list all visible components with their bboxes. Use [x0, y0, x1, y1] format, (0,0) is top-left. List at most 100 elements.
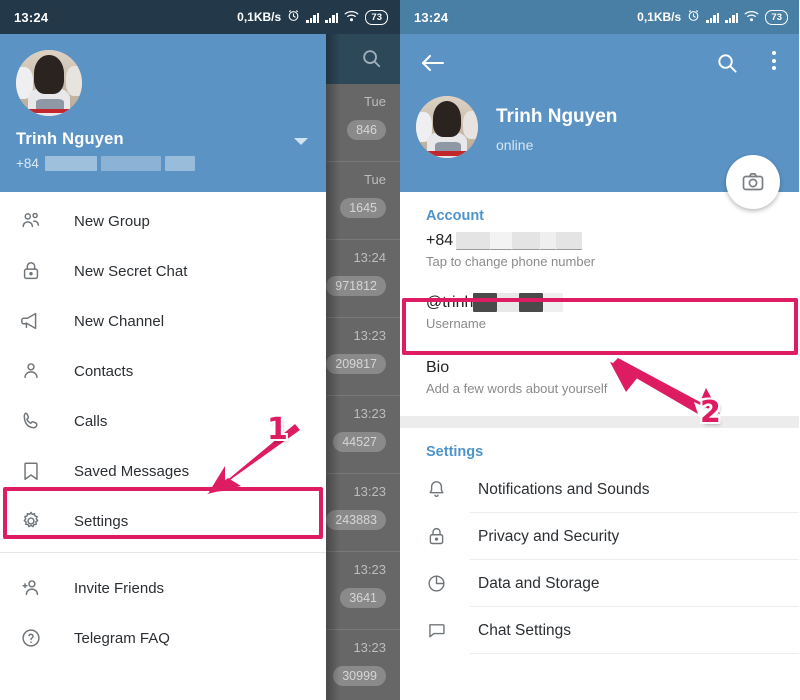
annotation-number-2: 2 [700, 395, 721, 430]
avatar[interactable] [416, 96, 478, 158]
back-arrow-icon[interactable] [420, 52, 446, 79]
bio-label: Bio [426, 359, 450, 376]
status-bar-time: 13:24 [14, 9, 49, 25]
profile-status: online [496, 137, 534, 153]
drawer-item-saved-messages[interactable]: Saved Messages [0, 446, 326, 496]
redacted-phone-part-2 [100, 156, 161, 171]
drawer-item-label: Contacts [74, 362, 134, 380]
redacted-phone-part-5 [556, 232, 583, 250]
drawer-item-new-channel[interactable]: New Channel [0, 296, 326, 346]
phone-number-row[interactable]: +84 Tap to change phone number [400, 230, 800, 275]
redacted-phone-part-3 [512, 232, 541, 250]
status-bar-left: 13:24 0,1KB/s 73 [0, 0, 400, 34]
username-value: @trinh [426, 293, 474, 311]
chat-row-time: 13:23 [353, 328, 386, 343]
drawer-account-name: Trinh Nguyen [16, 130, 124, 148]
chat-row-time: 13:23 [353, 484, 386, 499]
drawer-item-label: New Secret Chat [74, 262, 188, 280]
drawer-item-label: Telegram FAQ [74, 629, 170, 647]
drawer-item-new-secret-chat[interactable]: New Secret Chat [0, 246, 326, 296]
annotation-number-1: 1 [267, 412, 288, 447]
username-hint: Username [426, 316, 486, 331]
camera-icon[interactable] [726, 155, 780, 209]
phone-icon [20, 410, 54, 432]
status-bar-right: 13:24 0,1KB/s 73 [400, 0, 800, 34]
signal-bars-icon-2 [325, 12, 339, 23]
settings-item-label: Data and Storage [478, 574, 600, 592]
chat-row-unread-badge: 30999 [333, 666, 386, 686]
megaphone-icon [20, 310, 54, 332]
lock-icon [426, 526, 456, 547]
chat-row-unread-badge: 44527 [333, 432, 386, 452]
wifi-icon [344, 10, 359, 25]
alarm-icon [687, 9, 700, 25]
settings-item-data-and-storage[interactable]: Data and Storage [400, 560, 800, 607]
drawer-header: Trinh Nguyen +84 [0, 34, 326, 192]
drawer-item-label: New Group [74, 212, 150, 230]
chat-row-time: 13:23 [353, 640, 386, 655]
gear-icon [20, 510, 54, 532]
profile-body: Account +84 Tap to change phone number @… [400, 192, 800, 700]
settings-item-notifications-and-sounds[interactable]: Notifications and Sounds [400, 466, 800, 513]
redacted-phone-part-1 [456, 232, 491, 250]
drawer-item-label: New Channel [74, 312, 165, 330]
person-icon [20, 360, 54, 382]
chat-row-time: Tue [364, 172, 386, 187]
chat-row-unread-badge: 846 [347, 120, 386, 140]
drawer-shadow [326, 34, 340, 700]
chat-row-time: 13:24 [353, 250, 386, 265]
settings-section-title: Settings [426, 444, 484, 460]
chat-row-time: Tue [364, 94, 386, 109]
lock-icon [20, 260, 54, 282]
screenshot-root: Tue 846 Tue 1645 13:24 971812 13:23 209817 1… [0, 0, 800, 700]
signal-bars-icon-2 [725, 12, 739, 23]
drawer-item-contacts[interactable]: Contacts [0, 346, 326, 396]
overflow-menu-icon[interactable] [772, 51, 776, 70]
drawer-item-label: Settings [74, 512, 129, 530]
redacted-phone-part-4 [540, 232, 557, 250]
bio-row[interactable]: Bio Add a few words about yourself [400, 357, 800, 402]
status-bar-time: 13:24 [414, 9, 449, 25]
settings-item-chat-settings[interactable]: Chat Settings [400, 607, 800, 654]
status-bar-network-speed: 0,1KB/s [237, 10, 282, 24]
drawer-item-label: Saved Messages [74, 462, 190, 480]
drawer-account-phone: +84 [16, 156, 195, 171]
username-row[interactable]: @trinh Username [400, 291, 800, 337]
settings-item-privacy-and-security[interactable]: Privacy and Security [400, 513, 800, 560]
redacted-phone-part-3 [164, 156, 195, 171]
profile-name: Trinh Nguyen [496, 106, 618, 127]
wifi-icon [744, 10, 759, 25]
drawer-item-label: Invite Friends [74, 579, 165, 597]
drawer-item-invite-friends[interactable]: Invite Friends [0, 563, 326, 613]
chevron-down-icon[interactable] [294, 138, 308, 145]
drawer-item-telegram-faq[interactable]: Telegram FAQ [0, 613, 326, 663]
settings-item-label: Notifications and Sounds [478, 480, 650, 498]
battery-indicator: 73 [765, 9, 788, 25]
drawer-item-label: Calls [74, 412, 108, 430]
redacted-username-part-1 [473, 293, 498, 312]
bell-icon [426, 479, 456, 500]
right-panel-profile-settings: Trinh Nguyen online Account +84 Tap to c… [400, 0, 800, 700]
avatar[interactable] [16, 50, 82, 116]
redacted-username-part-2 [497, 293, 520, 312]
chat-row-unread-badge: 1645 [340, 198, 386, 218]
bookmark-icon [20, 460, 54, 482]
settings-list: Notifications and Sounds Privacy and Sec… [400, 466, 800, 654]
settings-item-label: Chat Settings [478, 621, 572, 639]
person-add-icon [20, 577, 54, 599]
section-gap [400, 416, 800, 428]
chat-bubble-icon [426, 620, 456, 641]
search-icon[interactable] [715, 51, 738, 79]
signal-bars-icon [306, 12, 320, 23]
row-divider [470, 653, 800, 654]
search-icon[interactable] [360, 47, 382, 74]
battery-indicator: 73 [365, 9, 388, 25]
drawer-item-new-group[interactable]: New Group [0, 196, 326, 246]
pie-chart-icon [426, 573, 456, 594]
phone-number-value: +84 [426, 232, 454, 249]
redacted-phone-part-2 [490, 232, 513, 250]
bio-hint: Add a few words about yourself [426, 381, 608, 396]
chat-row-time: 13:23 [353, 406, 386, 421]
drawer-item-settings[interactable]: Settings [0, 496, 326, 546]
redacted-phone-part-1 [44, 156, 97, 171]
